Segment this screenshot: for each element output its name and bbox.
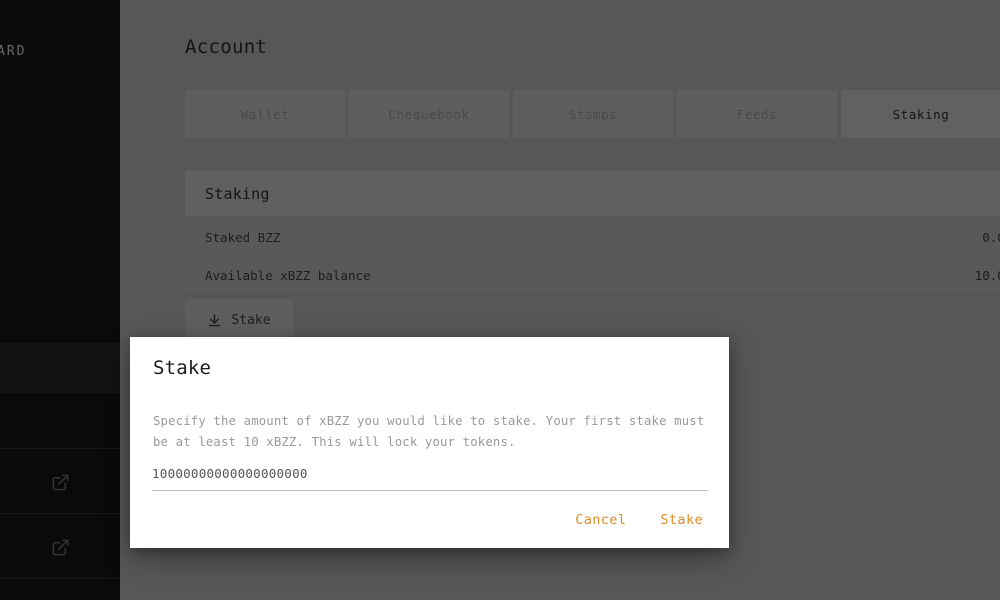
stake-amount-input[interactable] <box>152 466 708 491</box>
cancel-button[interactable]: Cancel <box>563 504 638 536</box>
app-root: DASHBOARD Acc <box>0 0 1000 600</box>
stake-dialog: Stake Specify the amount of xBZZ you wou… <box>130 337 729 548</box>
amount-input-wrapper <box>152 463 708 491</box>
confirm-stake-button[interactable]: Stake <box>648 504 715 536</box>
dialog-description: Specify the amount of xBZZ you would lik… <box>153 414 705 449</box>
dialog-actions: Cancel Stake <box>563 504 715 536</box>
dialog-title: Stake <box>153 357 212 379</box>
